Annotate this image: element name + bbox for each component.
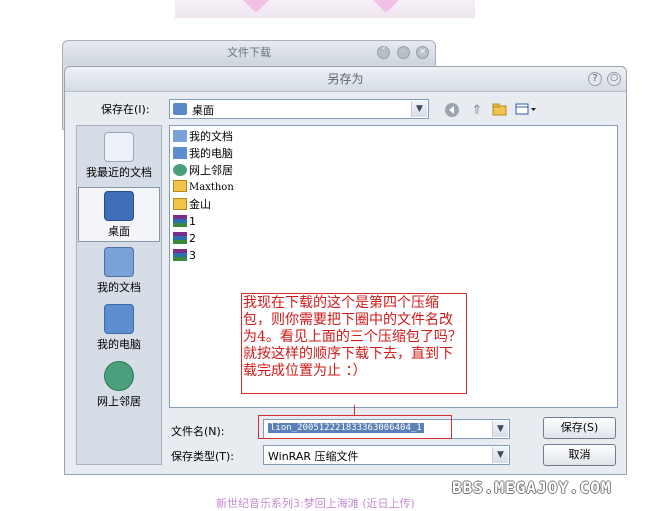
file-name: Maxthon [189, 182, 234, 193]
up-folder-icon[interactable]: ⇑ [468, 102, 486, 120]
place-network-places[interactable]: 网上邻居 [78, 358, 160, 413]
heart-decoration [373, 0, 399, 16]
place-my-computer[interactable]: 我的电脑 [78, 301, 160, 356]
desktop-icon [104, 191, 134, 221]
winrar-archive-icon [173, 215, 187, 227]
save-in-label: 保存在(I): [101, 103, 150, 116]
list-item[interactable]: 1 [173, 214, 196, 230]
my-computer-icon [173, 147, 187, 159]
folder-icon [173, 180, 187, 192]
save-in-dropdown[interactable]: 桌面 ▼ [169, 99, 429, 119]
place-label: 网上邻居 [97, 395, 141, 408]
list-item[interactable]: 网上邻居 [173, 163, 233, 179]
file-name: 2 [189, 232, 196, 245]
file-name: 金山 [189, 198, 211, 211]
my-documents-icon [173, 130, 187, 142]
annotation-note: 我现在下载的这个是第四个压缩包，则你需要把下圈中的文件名改为4。看见上面的三个压… [241, 293, 467, 394]
place-label: 我的文档 [97, 281, 141, 294]
recent-documents-icon [104, 132, 134, 162]
site-watermark: BBS.MEGAJOY.COM [452, 478, 612, 497]
file-name: 1 [189, 215, 196, 228]
filetype-value: WinRAR 压缩文件 [268, 450, 359, 463]
close-icon[interactable]: × [416, 46, 429, 59]
file-name: 网上邻居 [189, 164, 233, 177]
file-name: 我的文档 [189, 130, 233, 143]
winrar-archive-icon [173, 232, 187, 244]
desktop-icon [173, 103, 187, 115]
close-icon[interactable]: ○ [607, 72, 621, 86]
my-computer-icon [104, 304, 134, 334]
chevron-down-icon[interactable]: ▼ [492, 447, 508, 463]
save-in-value: 桌面 [192, 104, 214, 117]
file-name: 我的电脑 [189, 147, 233, 160]
network-places-icon [173, 164, 187, 176]
help-icon[interactable]: ˅ [377, 46, 390, 59]
view-menu-icon[interactable] [514, 102, 538, 120]
chevron-down-icon[interactable]: ▼ [411, 101, 427, 117]
filename-highlight-box [258, 415, 452, 439]
cancel-button[interactable]: 取消 [543, 444, 616, 466]
back-icon[interactable] [443, 102, 461, 120]
place-label: 我最近的文档 [86, 166, 152, 179]
annotation-pointer [354, 405, 355, 415]
list-item[interactable]: 金山 [173, 197, 211, 213]
footer-caption: 新世纪音乐系列3:梦回上海滩 (近日上传) [216, 497, 415, 510]
my-documents-icon [104, 247, 134, 277]
place-desktop[interactable]: 桌面 [78, 187, 160, 242]
list-item[interactable]: 3 [173, 248, 196, 264]
dialog-title: 另存为 [65, 67, 626, 92]
place-my-documents[interactable]: 我的文档 [78, 244, 160, 299]
help-icon[interactable]: ? [588, 72, 602, 86]
list-item[interactable]: Maxthon [173, 180, 234, 196]
place-label: 桌面 [108, 225, 130, 238]
list-item[interactable]: 2 [173, 231, 196, 247]
file-name: 3 [189, 249, 196, 262]
filetype-dropdown[interactable]: WinRAR 压缩文件 ▼ [263, 445, 510, 465]
list-item[interactable]: 我的文档 [173, 129, 233, 145]
save-as-dialog: 另存为 ? ○ 保存在(I): 桌面 ▼ ⇑ 我最近的文档 桌面 我的文档 我的… [64, 66, 627, 475]
list-item[interactable]: 我的电脑 [173, 146, 233, 162]
heart-decoration [243, 0, 269, 16]
filename-label: 文件名(N): [171, 425, 225, 438]
chevron-down-icon[interactable]: ▼ [492, 421, 508, 437]
filetype-label: 保存类型(T): [171, 450, 235, 463]
minimize-icon[interactable]: · [397, 46, 410, 59]
winrar-archive-icon [173, 249, 187, 261]
top-banner-image [175, 0, 475, 18]
new-folder-icon[interactable] [491, 102, 509, 120]
place-label: 我的电脑 [97, 338, 141, 351]
places-bar: 我最近的文档 桌面 我的文档 我的电脑 网上邻居 [76, 125, 162, 465]
folder-icon [173, 198, 187, 210]
place-recent-documents[interactable]: 我最近的文档 [78, 129, 160, 184]
save-button[interactable]: 保存(S) [543, 417, 616, 439]
network-places-icon [104, 361, 134, 391]
